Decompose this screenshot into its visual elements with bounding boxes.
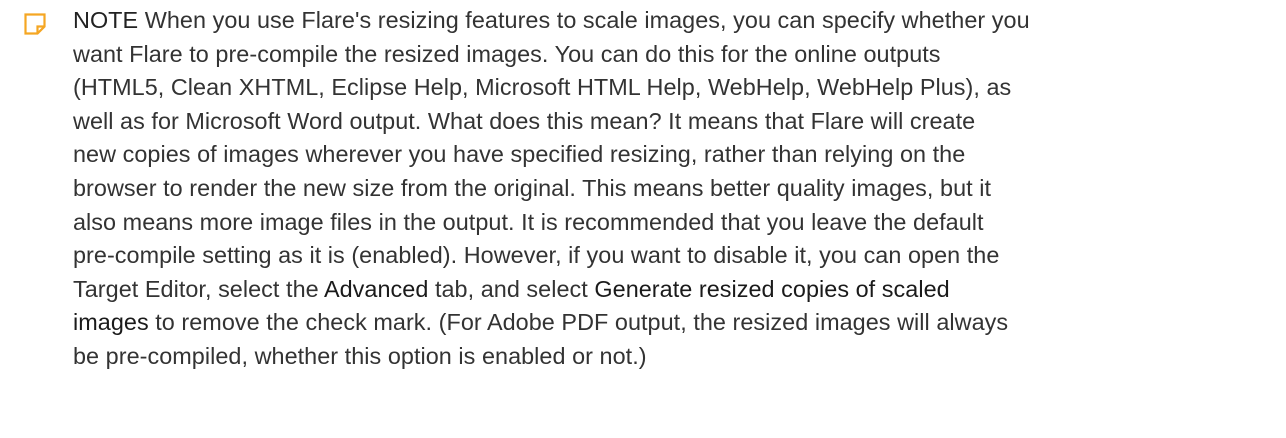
note-text-run: be pre-compiled, whether this option is … [73, 342, 647, 369]
note-text-run: well as for Microsoft Word output. What … [73, 107, 976, 134]
note-text-run: to remove the check mark. (For Adobe PDF… [148, 309, 1009, 336]
note-text-run: also means more image files in the outpu… [73, 208, 984, 235]
note-line: new copies of images wherever you have s… [73, 138, 1279, 172]
note-text-run: Target Editor, select the [73, 275, 324, 302]
note-line: images to remove the check mark. (For Ad… [73, 306, 1279, 340]
ui-term-generate-resized-copies-cont: images [73, 309, 149, 336]
note-line: (HTML5, Clean XHTML, Eclipse Help, Micro… [73, 71, 1279, 105]
note-line: pre-compile setting as it is (enabled). … [73, 239, 1279, 273]
ui-term-advanced-tab: Advanced [323, 275, 429, 302]
note-text-run: pre-compile setting as it is (enabled). … [73, 242, 1000, 269]
note-text-run: new copies of images wherever you have s… [73, 141, 966, 168]
note-text-run: (HTML5, Clean XHTML, Eclipse Help, Micro… [73, 74, 1012, 101]
note-line: be pre-compiled, whether this option is … [73, 340, 1279, 374]
note-text-run: want Flare to pre-compile the resized im… [73, 40, 941, 67]
note-label: NOTE [73, 7, 139, 33]
note-body: NOTE When you use Flare's resizing featu… [73, 4, 1279, 374]
note-text-run: When you use Flare's resizing features t… [138, 7, 1030, 33]
note-line: also means more image files in the outpu… [73, 206, 1279, 240]
note-text-run: tab, and select [428, 275, 595, 302]
note-text-run: browser to render the new size from the … [73, 174, 992, 201]
ui-term-generate-resized-copies: Generate resized copies of scaled [594, 275, 950, 302]
note-line: NOTE When you use Flare's resizing featu… [73, 4, 1279, 38]
note-line: browser to render the new size from the … [73, 172, 1279, 206]
note-line: well as for Microsoft Word output. What … [73, 105, 1279, 139]
note-line: Target Editor, select the Advanced tab, … [73, 273, 1279, 307]
note-icon [24, 13, 46, 35]
note-line: want Flare to pre-compile the resized im… [73, 38, 1279, 72]
note-callout: NOTE When you use Flare's resizing featu… [0, 0, 1286, 438]
